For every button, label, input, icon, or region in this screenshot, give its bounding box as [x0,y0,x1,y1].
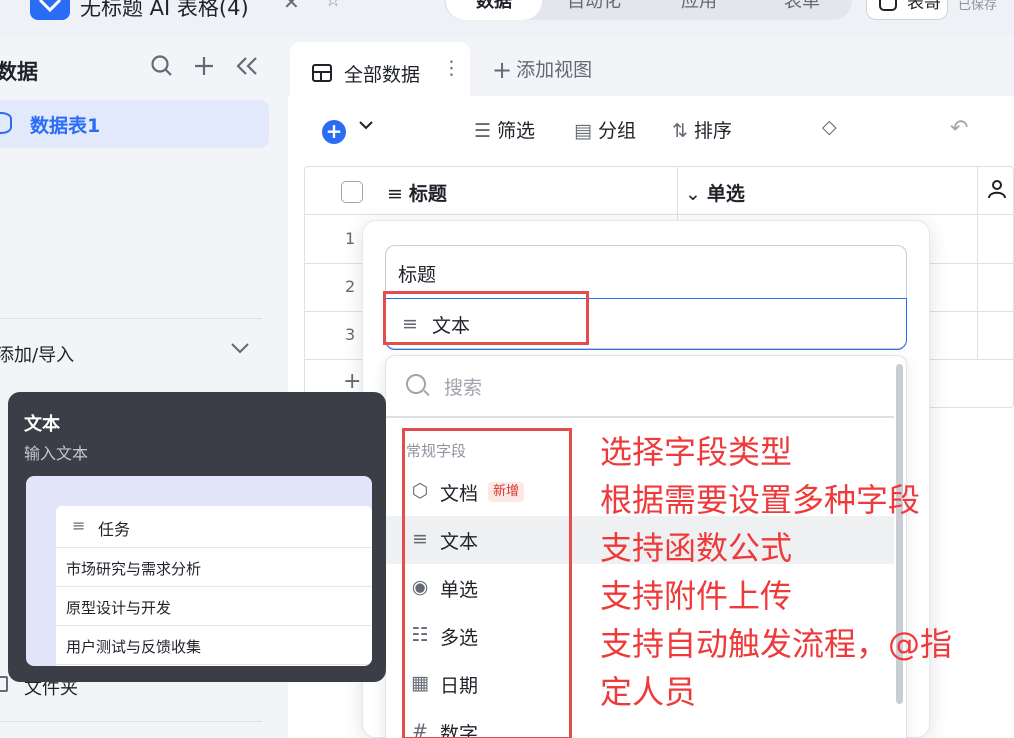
mode-tab-apps[interactable]: 应用 [654,0,744,20]
filter-button[interactable]: ☰ 筛选 [474,116,535,143]
field-type-tooltip: 文本 输入文本 ≡ 任务 市场研究与需求分析 原型设计与开发 用户测试与反馈收集 [8,392,386,682]
folder-icon [0,676,8,692]
row-number: 2 [345,277,356,296]
database-icon [0,112,12,134]
tab-label: 全部数据 [344,64,421,86]
view-tabs: 全部数据 ⋮ + 添加视图 [288,36,1014,96]
group-icon: ▤ [574,120,592,142]
single-select-icon: ⌄ [685,183,701,205]
annotation-line: 支持附件上传 [600,577,793,615]
column-header-title[interactable]: ≡ 标题 [387,179,447,206]
tooltip-title: 文本 [24,414,60,435]
undo-icon[interactable]: ↶ [950,116,968,141]
preview-row: 原型设计与开发 [56,587,372,626]
tab-all-data[interactable]: 全部数据 ⋮ [290,42,470,96]
divider [0,721,262,722]
preview-row: 市场研究与需求分析 [56,548,372,587]
annotation-line: 支持自动触发流程，@指 [600,625,953,663]
add-icon[interactable] [192,54,216,84]
sort-icon: ⇅ [672,120,688,142]
tooltip-preview: ≡ 任务 市场研究与需求分析 原型设计与开发 用户测试与反馈收集 [26,476,372,666]
sidebar-item-table1[interactable]: 数据表1 [0,100,269,148]
filter-icon: ☰ [474,120,492,142]
add-record-icon[interactable]: + [322,120,346,144]
field-name-value: 标题 [398,264,437,286]
preview-card: ≡ 任务 市场研究与需求分析 原型设计与开发 用户测试与反馈收集 [56,506,372,666]
person-icon[interactable] [987,179,1007,204]
search-icon[interactable] [150,54,174,84]
divider [0,318,262,319]
search-placeholder: 搜索 [444,377,483,399]
document-title[interactable]: 无标题 AI 表格(4) [80,0,249,22]
filter-label: 筛选 [497,120,536,142]
table-header: ≡ 标题 ⌄ 单选 [305,167,1013,215]
annotation-line: 定人员 [600,673,697,711]
sidebar-item-label: 数据表1 [30,115,101,137]
chevron-down-icon[interactable] [358,116,374,136]
annotation-highlight-box [383,291,589,345]
group-button[interactable]: ▤ 分组 [574,116,636,143]
row-number: 1 [345,229,356,248]
row-number: 3 [345,325,356,344]
share-icon [879,0,897,11]
select-all-checkbox[interactable] [341,181,363,203]
title-bar: 无标题 AI 表格(4) ✕ ☆ 数据 自动化 应用 表单 表哥 已保存 [0,0,1014,36]
group-label: 分组 [597,120,636,142]
app-logo [30,0,70,20]
mode-tab-form[interactable]: 表单 [754,0,850,20]
text-icon: ≡ [387,183,403,205]
annotation-line: 根据需要设置多种字段 [600,481,921,519]
annotation-line: 选择字段类型 [600,433,793,471]
close-icon[interactable]: ✕ [283,0,300,14]
type-search-input[interactable]: 搜索 [386,356,894,418]
import-section[interactable]: 添加/导入 [0,341,74,367]
mode-switcher: 数据 自动化 应用 表单 [444,0,852,20]
add-view-label: 添加视图 [516,59,593,81]
toolbar: + ☰ 筛选 ▤ 分组 ⇅ 排序 ◇ ↶ [288,96,1014,162]
fill-color-icon[interactable]: ◇ [822,116,843,138]
annotation-line: 支持函数公式 [600,529,793,567]
add-view-button[interactable]: + 添加视图 [492,54,593,84]
share-button[interactable]: 表哥 [866,0,948,20]
preview-header: ≡ 任务 [56,506,372,548]
sidebar-title: 数据 [0,60,38,84]
column-header-single-select[interactable]: ⌄ 单选 [685,179,745,206]
annotation-text: 选择字段类型 根据需要设置多种字段 支持函数公式 支持附件上传 支持自动触发流程… [600,428,1010,716]
mode-tab-automation[interactable]: 自动化 [544,0,644,20]
search-icon [406,374,426,394]
text-icon: ≡ [72,516,86,535]
tooltip-description: 输入文本 [24,444,89,463]
plus-icon: + [492,56,513,84]
mode-tab-data[interactable]: 数据 [446,0,542,20]
sort-label: 排序 [693,120,732,142]
add-row-button[interactable]: + [343,369,361,394]
annotation-highlight-box [402,428,572,738]
share-label: 表哥 [907,0,941,13]
star-icon[interactable]: ☆ [325,0,341,11]
chevron-down-icon[interactable] [230,339,250,360]
saved-status: 已保存 [958,0,998,13]
preview-row: 用户测试与反馈收集 [56,626,372,665]
grid-view-icon [312,64,332,82]
more-icon[interactable]: ⋮ [442,57,461,79]
sort-button[interactable]: ⇅ 排序 [672,116,732,143]
collapse-icon[interactable] [234,54,260,84]
